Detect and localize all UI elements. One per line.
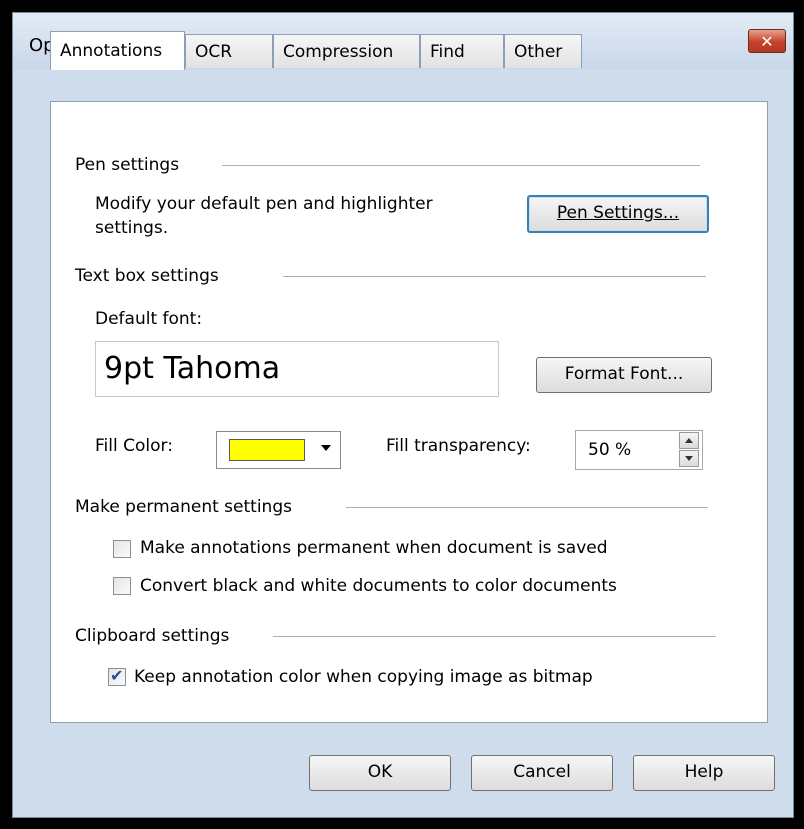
arrow-down-icon (685, 456, 693, 461)
default-font-preview: 9pt Tahoma (95, 341, 499, 397)
keep-color-checkbox[interactable] (108, 666, 126, 686)
fill-color-dropdown[interactable] (216, 431, 341, 469)
fill-transparency-stepper[interactable]: 50 % (575, 430, 703, 470)
convert-color-checkbox[interactable] (113, 577, 131, 595)
text-box-settings-divider (283, 276, 706, 277)
arrow-up-icon (685, 438, 693, 443)
pen-settings-divider (222, 165, 700, 166)
help-button[interactable]: Help (633, 755, 775, 791)
make-permanent-checkbox[interactable] (113, 540, 131, 558)
fill-color-label: Fill Color: (95, 436, 173, 456)
tab-find[interactable]: Find (420, 34, 504, 68)
permanent-settings-divider (346, 507, 708, 508)
clipboard-settings-divider (273, 636, 716, 637)
text-box-settings-title: Text box settings (75, 266, 219, 286)
pen-settings-button-label: Pen Settings... (556, 203, 680, 223)
fill-color-swatch (229, 439, 305, 461)
format-font-button[interactable]: Format Font... (536, 357, 712, 393)
permanent-settings-title: Make permanent settings (75, 497, 292, 517)
pen-description-line2: settings. (95, 218, 169, 238)
pen-settings-title: Pen settings (75, 155, 180, 175)
cancel-button[interactable]: Cancel (471, 755, 613, 791)
tab-compression[interactable]: Compression (273, 34, 420, 68)
fill-transparency-label: Fill transparency: (386, 436, 531, 456)
tab-ocr[interactable]: OCR (185, 34, 273, 68)
convert-color-label: Convert black and white documents to col… (140, 576, 617, 596)
tab-annotations[interactable]: Annotations (50, 31, 185, 70)
keep-color-label: Keep annotation color when copying image… (134, 667, 593, 687)
close-button[interactable]: ✕ (748, 29, 786, 53)
clipboard-settings-title: Clipboard settings (75, 626, 230, 646)
make-permanent-label: Make annotations permanent when document… (140, 538, 608, 558)
chevron-down-icon (321, 445, 331, 451)
pen-description-line1: Modify your default pen and highlighter (95, 194, 433, 214)
pen-settings-button[interactable]: Pen Settings... (527, 195, 709, 233)
default-font-label: Default font: (95, 309, 203, 329)
tab-other[interactable]: Other (504, 34, 582, 68)
fill-transparency-value: 50 % (588, 440, 632, 460)
ok-button[interactable]: OK (309, 755, 451, 791)
close-icon: ✕ (760, 31, 774, 51)
increment-button[interactable] (679, 432, 699, 449)
decrement-button[interactable] (679, 450, 699, 467)
